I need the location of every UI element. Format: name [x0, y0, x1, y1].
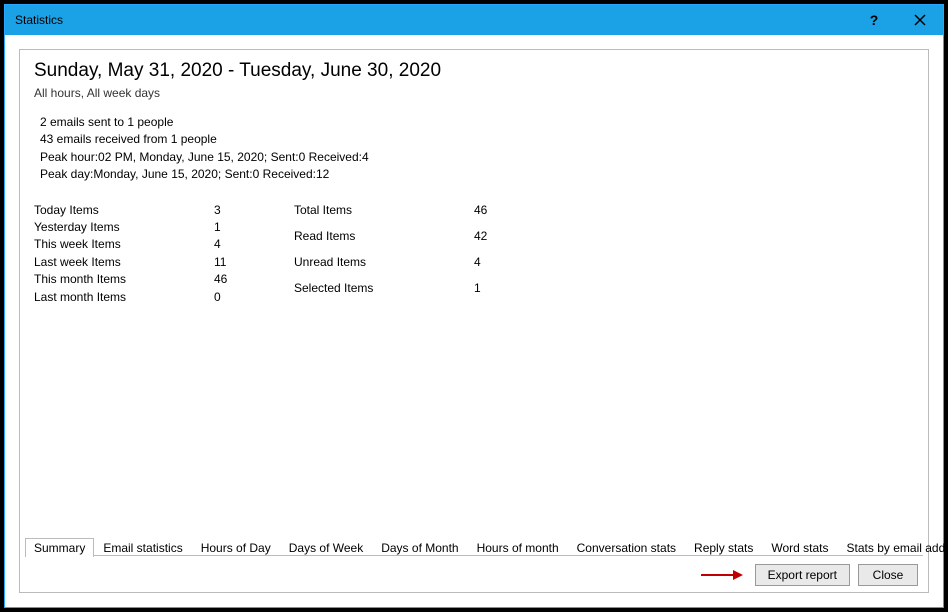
stat-value: 11 [214, 254, 254, 271]
titlebar: Statistics ? [5, 5, 943, 35]
date-range-heading: Sunday, May 31, 2020 - Tuesday, June 30,… [34, 60, 914, 82]
tabs-row: Summary Email statistics Hours of Day Da… [25, 536, 923, 556]
tab-hours-of-day[interactable]: Hours of Day [192, 538, 280, 557]
main-area: Sunday, May 31, 2020 - Tuesday, June 30,… [20, 50, 928, 536]
close-icon [914, 14, 926, 26]
tab-hours-of-month[interactable]: Hours of month [468, 538, 568, 557]
content-wrap: Sunday, May 31, 2020 - Tuesday, June 30,… [5, 35, 943, 607]
tab-summary[interactable]: Summary [25, 538, 94, 557]
inner-box: Sunday, May 31, 2020 - Tuesday, June 30,… [19, 49, 929, 593]
stat-label: Last month Items [34, 289, 214, 306]
stat-label: This month Items [34, 271, 214, 288]
summary-received-line: 43 emails received from 1 people [40, 131, 914, 148]
stat-value: 46 [214, 271, 254, 288]
stat-value: 46 [474, 202, 514, 228]
stat-label: Selected Items [294, 280, 474, 306]
stat-value: 4 [474, 254, 514, 280]
tab-stats-by-email-address[interactable]: Stats by email address [838, 538, 948, 557]
stat-label: Unread Items [294, 254, 474, 280]
export-report-button[interactable]: Export report [755, 564, 850, 586]
stat-value: 42 [474, 228, 514, 254]
summary-block: 2 emails sent to 1 people 43 emails rece… [40, 114, 914, 184]
stat-label: Total Items [294, 202, 474, 228]
arrow-annotation [699, 568, 743, 582]
stat-label: Today Items [34, 202, 214, 219]
tab-days-of-week[interactable]: Days of Week [280, 538, 372, 557]
tab-reply-stats[interactable]: Reply stats [685, 538, 762, 557]
tab-word-stats[interactable]: Word stats [762, 538, 837, 557]
tab-conversation-stats[interactable]: Conversation stats [568, 538, 685, 557]
button-row: Export report Close [699, 564, 918, 586]
stat-value: 1 [474, 280, 514, 306]
stat-label: This week Items [34, 236, 214, 253]
arrow-right-icon [699, 568, 743, 582]
stat-label: Yesterday Items [34, 219, 214, 236]
stat-value: 4 [214, 236, 254, 253]
stats-grid: Today Items3 Yesterday Items1 This week … [34, 202, 914, 306]
close-button[interactable]: Close [858, 564, 918, 586]
tab-email-statistics[interactable]: Email statistics [94, 538, 191, 557]
filter-summary: All hours, All week days [34, 86, 914, 100]
stat-label: Read Items [294, 228, 474, 254]
stat-value: 0 [214, 289, 254, 306]
stat-value: 3 [214, 202, 254, 219]
summary-peak-hour-line: Peak hour:02 PM, Monday, June 15, 2020; … [40, 149, 914, 166]
stats-column-left: Today Items3 Yesterday Items1 This week … [34, 202, 254, 306]
help-button[interactable]: ? [851, 5, 897, 35]
tab-days-of-month[interactable]: Days of Month [372, 538, 467, 557]
summary-peak-day-line: Peak day:Monday, June 15, 2020; Sent:0 R… [40, 166, 914, 183]
statistics-window: Statistics ? Sunday, May 31, 2020 - Tues… [4, 4, 944, 608]
window-close-button[interactable] [897, 5, 943, 35]
summary-sent-line: 2 emails sent to 1 people [40, 114, 914, 131]
stats-column-right: Total Items46 Read Items42 Unread Items4… [294, 202, 514, 306]
stat-value: 1 [214, 219, 254, 236]
window-title: Statistics [15, 13, 851, 27]
stat-label: Last week Items [34, 254, 214, 271]
